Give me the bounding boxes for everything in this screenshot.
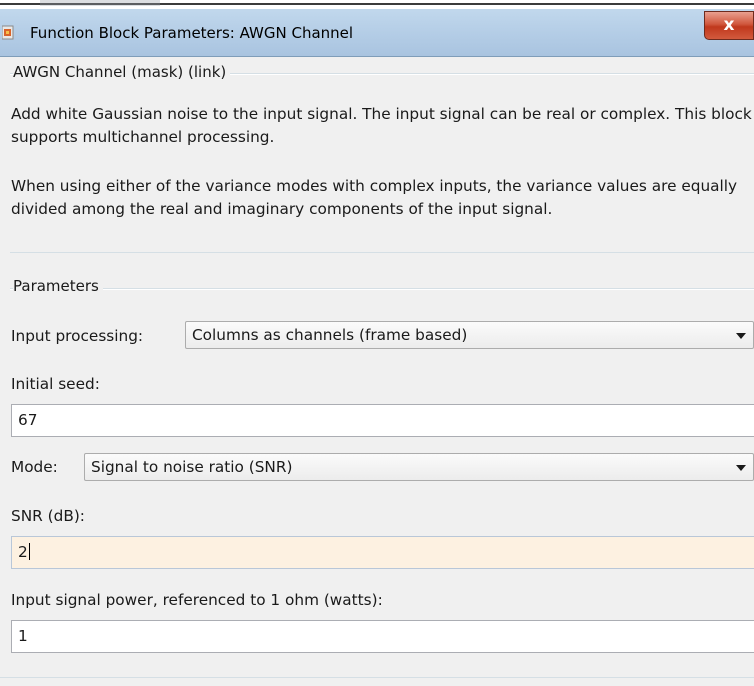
initial-seed-field[interactable]: 67 bbox=[11, 404, 754, 437]
mode-dropdown[interactable]: Signal to noise ratio (SNR) bbox=[84, 453, 754, 481]
input-signal-power-field[interactable]: 1 bbox=[11, 620, 754, 653]
mode-selected: Signal to noise ratio (SNR) bbox=[91, 458, 293, 476]
input-signal-power-value: 1 bbox=[18, 627, 28, 645]
simulink-block-icon bbox=[2, 25, 14, 40]
mask-group-title: AWGN Channel (mask) (link) bbox=[13, 63, 231, 81]
parameters-group-border-highlight bbox=[10, 289, 754, 290]
mode-label: Mode: bbox=[11, 458, 58, 476]
snr-field[interactable]: 2 bbox=[11, 536, 754, 569]
mask-group-bottom bbox=[10, 252, 754, 253]
text-cursor bbox=[28, 543, 30, 560]
background-window-fragment bbox=[40, 0, 160, 6]
close-button[interactable]: x bbox=[704, 11, 754, 40]
input-processing-selected: Columns as channels (frame based) bbox=[192, 326, 468, 344]
snr-label: SNR (dB): bbox=[11, 507, 85, 525]
title-bar[interactable]: Function Block Parameters: AWGN Channel … bbox=[0, 0, 754, 57]
initial-seed-label: Initial seed: bbox=[11, 375, 100, 393]
snr-value: 2 bbox=[18, 543, 28, 561]
close-icon: x bbox=[723, 15, 735, 35]
dialog-content: AWGN Channel (mask) (link) Add white Gau… bbox=[0, 57, 754, 686]
window-title: Function Block Parameters: AWGN Channel bbox=[30, 24, 354, 42]
parameters-group-bottom bbox=[0, 677, 754, 678]
description-paragraph-1: Add white Gaussian noise to the input si… bbox=[11, 105, 752, 146]
parameters-group-title: Parameters bbox=[13, 277, 103, 295]
input-processing-dropdown[interactable]: Columns as channels (frame based) bbox=[185, 321, 754, 349]
chevron-down-icon bbox=[736, 333, 746, 339]
chevron-down-icon bbox=[736, 465, 746, 471]
description-paragraph-2: When using either of the variance modes … bbox=[11, 177, 738, 218]
initial-seed-value: 67 bbox=[18, 411, 38, 429]
input-processing-label: Input processing: bbox=[11, 327, 144, 345]
input-signal-power-label: Input signal power, referenced to 1 ohm … bbox=[11, 591, 383, 609]
